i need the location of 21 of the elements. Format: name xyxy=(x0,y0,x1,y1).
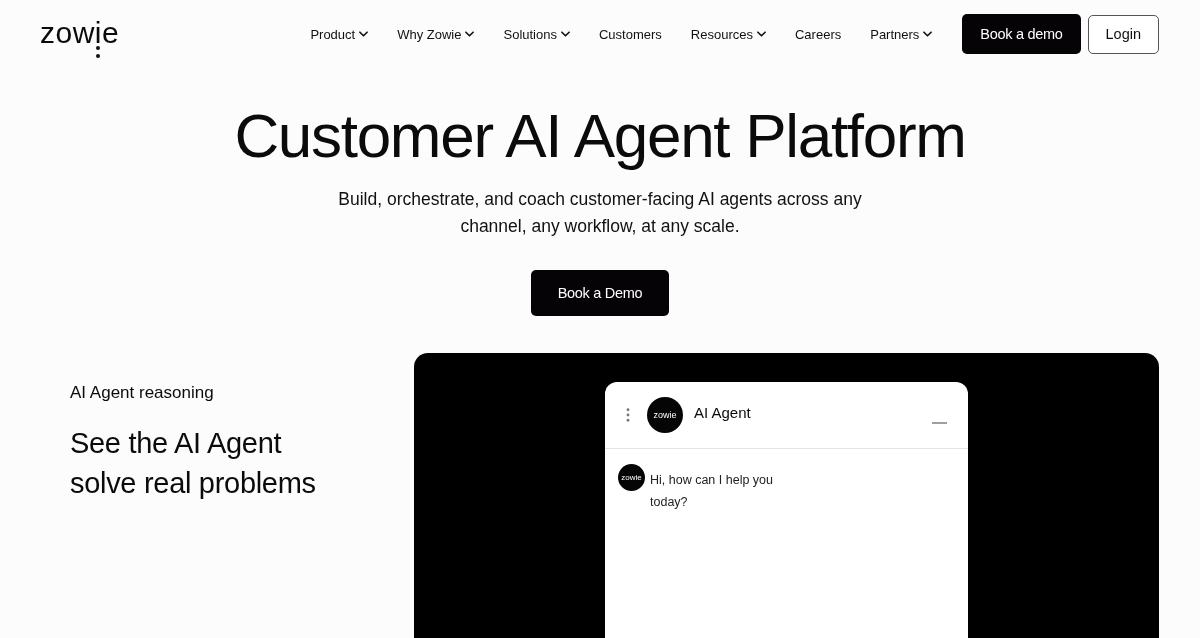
hero-title: Customer AI Agent Platform xyxy=(234,102,966,170)
section-heading: See the AI Agent solve real problems xyxy=(70,426,317,501)
nav-link[interactable]: Why Zowie xyxy=(397,26,475,42)
nav-link[interactable]: Careers xyxy=(794,26,842,42)
chat-message: Hi, how can I help you today? xyxy=(650,472,774,511)
nav-link[interactable]: Resources xyxy=(690,26,766,42)
chat-title: AI Agent xyxy=(694,403,751,421)
nav-link[interactable]: Customers xyxy=(598,26,662,42)
agent-avatar: zowie xyxy=(618,464,645,491)
nav-link[interactable]: Product xyxy=(310,26,369,42)
nav-link[interactable]: Partners xyxy=(870,26,933,42)
nav-link[interactable]: Solutions xyxy=(503,26,570,42)
login-button[interactable]: Login xyxy=(1087,14,1159,54)
zowie-logo[interactable]: zowie xyxy=(40,18,120,48)
book-demo-button[interactable]: Book a Demo xyxy=(530,270,670,316)
section-label: AI Agent reasoning xyxy=(70,383,215,403)
book-demo-button[interactable]: Book a demo xyxy=(962,14,1081,54)
more-options-icon[interactable] xyxy=(626,408,630,422)
hero-subtitle: Build, orchestrate, and coach customer-facing AI agents across any channel, any workflow, at any scale. xyxy=(337,188,863,238)
agent-avatar: zowie xyxy=(647,397,683,433)
dots-icon xyxy=(96,46,100,58)
